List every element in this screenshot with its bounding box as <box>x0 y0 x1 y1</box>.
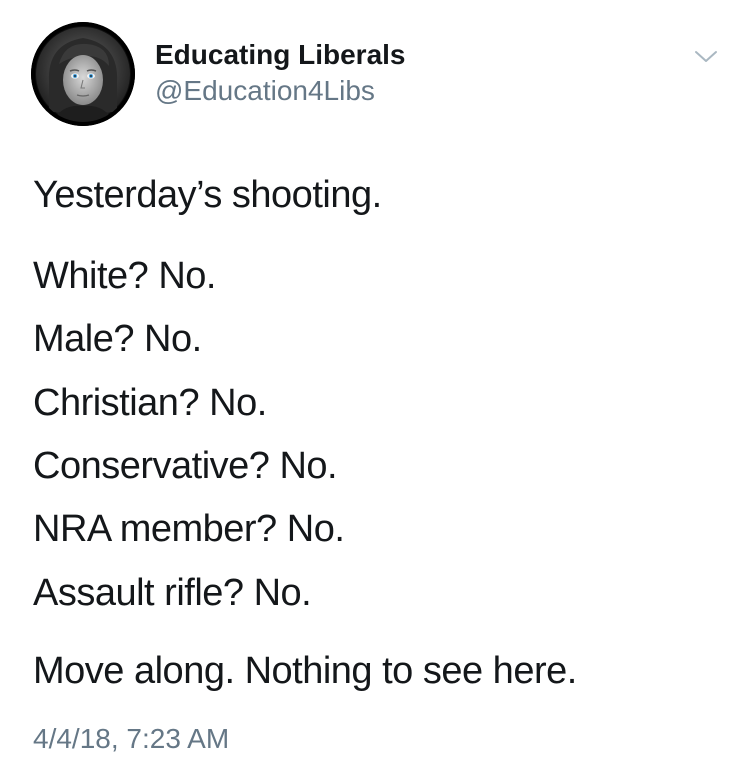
avatar[interactable] <box>31 22 135 126</box>
tweet-line: White? No. <box>33 255 216 297</box>
user-handle[interactable]: @Education4Libs <box>155 74 406 108</box>
tweet-line: Male? No. <box>33 318 202 360</box>
avatar-photo <box>31 22 135 126</box>
timestamp[interactable]: 4/4/18, 7:23 AM <box>33 722 229 756</box>
tweet-line: Move along. Nothing to see here. <box>33 650 577 692</box>
tweet-line: Conservative? No. <box>33 445 338 487</box>
tweet-line: Yesterday’s shooting. <box>33 174 382 216</box>
tweet-header: Educating Liberals @Education4Libs <box>155 38 406 108</box>
tweet-line: Assault rifle? No. <box>33 572 312 614</box>
tweet: Educating Liberals @Education4Libs Yeste… <box>0 0 750 780</box>
tweet-line: Christian? No. <box>33 382 267 424</box>
chevron-down-icon[interactable] <box>688 44 724 68</box>
tweet-line: NRA member? No. <box>33 508 345 550</box>
display-name[interactable]: Educating Liberals <box>155 38 406 72</box>
